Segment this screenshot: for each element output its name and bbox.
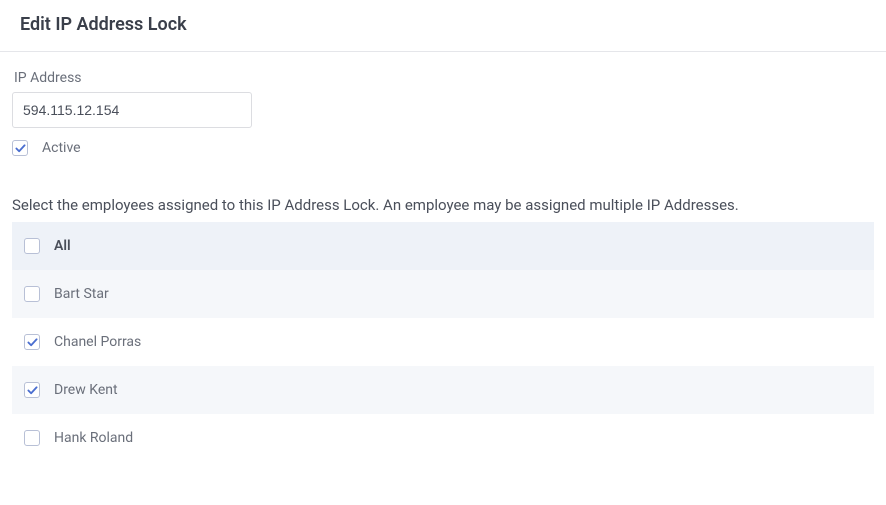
all-checkbox[interactable] — [24, 238, 40, 254]
employee-checkbox[interactable] — [24, 334, 40, 350]
instruction-text: Select the employees assigned to this IP… — [12, 196, 874, 214]
employee-row: Chanel Porras — [12, 318, 874, 366]
check-icon — [15, 143, 26, 154]
employee-list: All Bart Star Chanel Porras Drew Kent Ha — [12, 222, 874, 462]
employee-checkbox[interactable] — [24, 286, 40, 302]
employee-checkbox[interactable] — [24, 430, 40, 446]
all-label: All — [54, 238, 71, 254]
employee-row: Bart Star — [12, 270, 874, 318]
employee-name: Bart Star — [54, 286, 109, 302]
employee-name: Chanel Porras — [54, 334, 141, 350]
page-header: Edit IP Address Lock — [0, 0, 886, 51]
check-icon — [27, 337, 38, 348]
employee-row: Hank Roland — [12, 414, 874, 462]
employee-name: Drew Kent — [54, 382, 118, 398]
active-label: Active — [42, 140, 81, 156]
content-area: IP Address Active Select the employees a… — [0, 52, 886, 462]
employee-name: Hank Roland — [54, 430, 133, 446]
employee-checkbox[interactable] — [24, 382, 40, 398]
active-row: Active — [12, 140, 874, 156]
ip-address-label: IP Address — [12, 70, 874, 86]
active-checkbox[interactable] — [12, 140, 28, 156]
employee-row: Drew Kent — [12, 366, 874, 414]
check-icon — [27, 385, 38, 396]
ip-address-group: IP Address — [12, 70, 874, 128]
ip-address-input[interactable] — [12, 92, 252, 128]
employee-row-all: All — [12, 222, 874, 270]
page-title: Edit IP Address Lock — [20, 14, 866, 35]
